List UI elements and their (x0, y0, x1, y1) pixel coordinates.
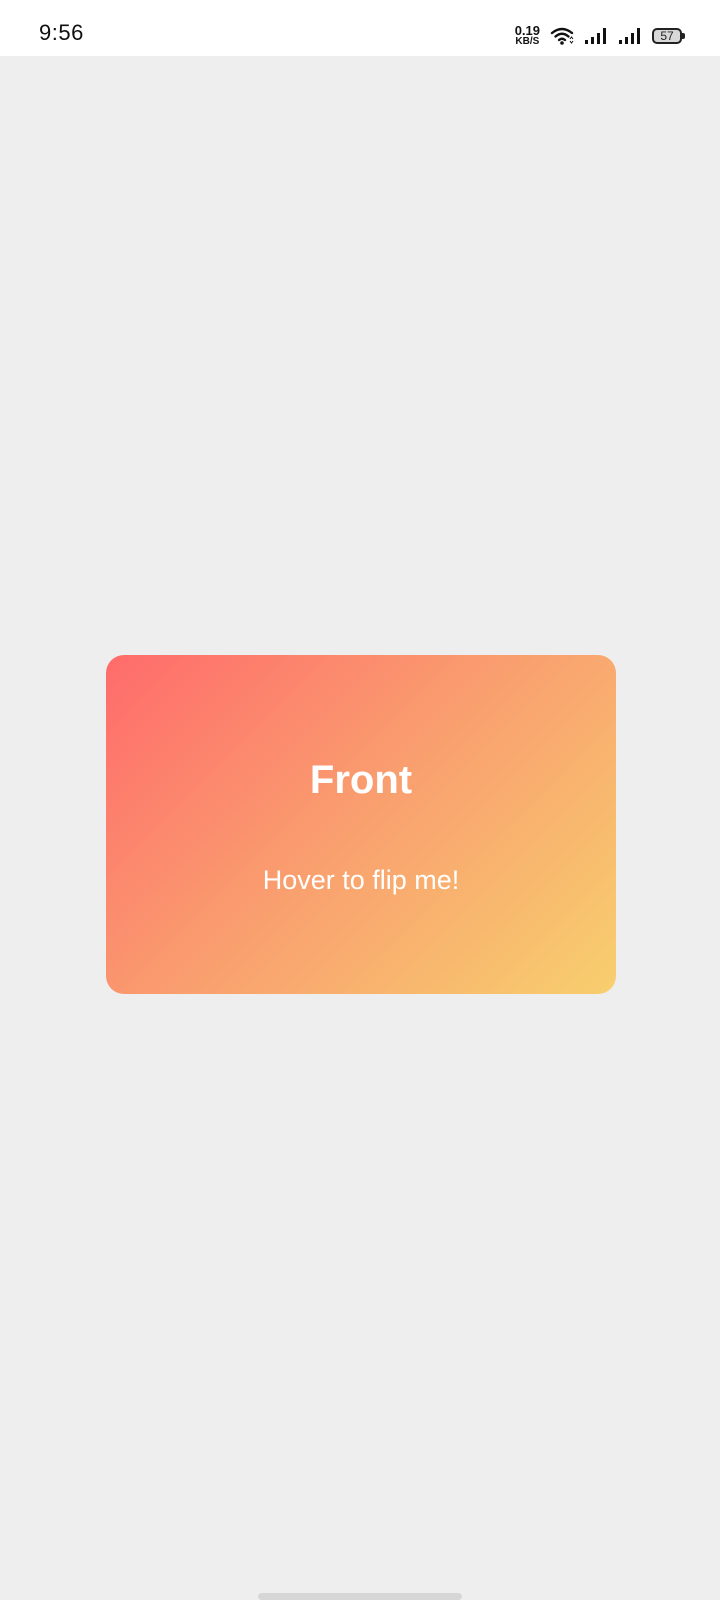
flip-card[interactable]: Front Hover to flip me! (106, 655, 616, 994)
wifi-icon (550, 26, 574, 46)
card-subtitle: Hover to flip me! (262, 865, 460, 895)
card-title: Front (309, 758, 413, 802)
signal-icon (584, 27, 608, 45)
signal-icon (618, 27, 642, 45)
battery-icon: 57 (652, 28, 685, 44)
network-speed: 0.19 KB/S (514, 23, 540, 47)
home-indicator[interactable] (258, 1593, 462, 1600)
battery-level: 57 (660, 29, 674, 43)
network-speed-value: 0.19 (514, 23, 540, 38)
status-indicators: 0.19 KB/S 57 (514, 22, 685, 50)
status-bar: 9:56 0.19 KB/S 57 (0, 0, 720, 56)
status-time: 9:56 (39, 20, 84, 45)
network-speed-unit: KB/S (515, 36, 540, 47)
